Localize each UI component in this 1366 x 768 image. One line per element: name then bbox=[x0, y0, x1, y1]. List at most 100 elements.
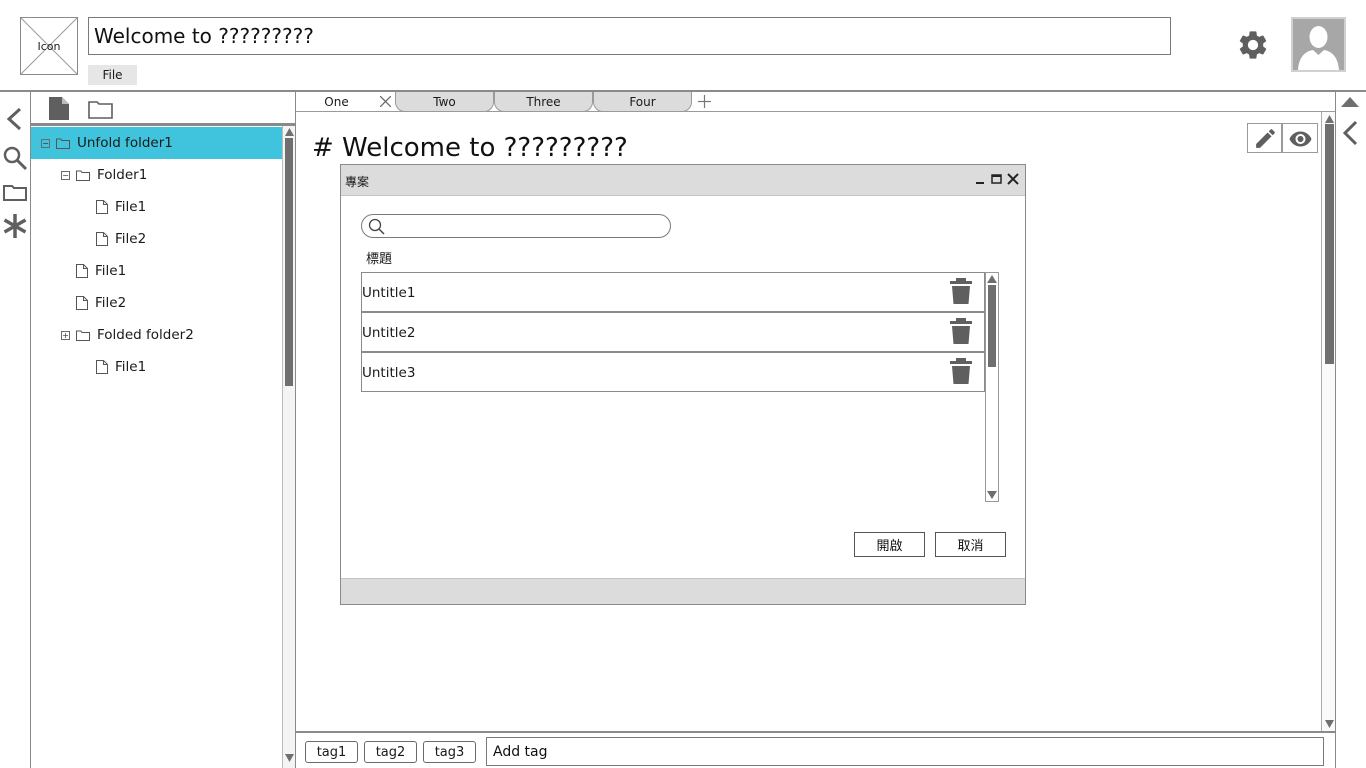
tab-label: Four bbox=[629, 94, 656, 109]
asterisk-icon[interactable] bbox=[2, 213, 28, 239]
list-column-header: 標題 bbox=[366, 252, 393, 267]
folder-icon bbox=[56, 138, 70, 149]
tree-item-label: Folder1 bbox=[97, 167, 148, 183]
collapse-toggle-icon[interactable]: − bbox=[41, 138, 50, 148]
project-name: Untitle2 bbox=[362, 325, 416, 341]
eye-icon bbox=[1289, 131, 1312, 147]
add-tab-plus-icon[interactable] bbox=[698, 95, 711, 108]
trash-icon[interactable] bbox=[950, 278, 972, 305]
collapse-left-chevron-icon[interactable] bbox=[2, 106, 28, 132]
markdown-heading: # Welcome to ????????? bbox=[312, 133, 628, 163]
tree-file-file1[interactable]: File1 bbox=[31, 255, 282, 287]
tree-item-label: Folded folder2 bbox=[97, 327, 194, 343]
dialog-titlebar: 專案 bbox=[341, 165, 1025, 196]
file-icon bbox=[96, 360, 108, 374]
sidebar-scroll-thumb[interactable] bbox=[285, 138, 293, 386]
tree-item-label: File2 bbox=[95, 295, 127, 311]
tag-chip[interactable]: tag3 bbox=[423, 741, 476, 763]
scroll-down-arrow-icon[interactable] bbox=[1325, 720, 1334, 728]
open-button[interactable]: 開啟 bbox=[854, 532, 925, 557]
settings-gear-icon[interactable] bbox=[1236, 28, 1270, 62]
tree-item-label: File2 bbox=[115, 231, 147, 247]
project-list-item[interactable]: Untitle2 bbox=[361, 312, 985, 352]
tree-folder-unfold-folder1[interactable]: − Unfold folder1 bbox=[31, 127, 282, 159]
search-icon[interactable] bbox=[2, 145, 28, 171]
dialog-footer bbox=[341, 578, 1025, 604]
tree-item-label: File1 bbox=[115, 359, 147, 375]
add-tag-input[interactable] bbox=[486, 737, 1324, 766]
tree-folder-folder1[interactable]: − Folder1 bbox=[31, 159, 282, 191]
maximize-icon[interactable] bbox=[991, 174, 1002, 184]
project-dialog: 專案 標題 Untitle1 Untitle2 Untitle3 開啟 取消 bbox=[340, 164, 1026, 605]
tab-one[interactable]: One bbox=[298, 92, 395, 112]
collapse-toggle-icon[interactable]: − bbox=[61, 170, 70, 180]
project-name: Untitle3 bbox=[362, 365, 416, 381]
file-icon bbox=[76, 264, 88, 278]
tabs-divider bbox=[296, 111, 1336, 112]
editor-scroll-thumb[interactable] bbox=[1325, 124, 1334, 364]
scroll-down-arrow-icon[interactable] bbox=[285, 754, 294, 762]
tab-label: Two bbox=[433, 94, 456, 109]
tagbar-divider bbox=[296, 731, 1336, 733]
expand-toggle-icon[interactable]: + bbox=[61, 330, 70, 340]
sidebar-scrollbar[interactable] bbox=[282, 126, 295, 768]
search-icon bbox=[368, 218, 385, 235]
file-icon bbox=[96, 232, 108, 246]
tab-three[interactable]: Three bbox=[494, 92, 593, 112]
tab-label: Three bbox=[526, 94, 561, 109]
collapse-up-arrow-icon[interactable] bbox=[1341, 97, 1359, 107]
tab-two[interactable]: Two bbox=[395, 92, 494, 112]
folder-icon bbox=[76, 170, 90, 181]
tab-label: One bbox=[324, 95, 349, 109]
sidebar-toolbar bbox=[31, 92, 295, 126]
tree-item-label: File1 bbox=[115, 199, 147, 215]
file-explorer-sidebar: − Unfold folder1 − Folder1 File1 File2 F… bbox=[30, 92, 296, 768]
project-list-scrollbar[interactable] bbox=[985, 272, 999, 502]
file-icon bbox=[76, 296, 88, 310]
app-icon-label: Icon bbox=[37, 39, 61, 53]
preview-mode-button[interactable] bbox=[1282, 123, 1318, 153]
project-list-item[interactable]: Untitle3 bbox=[361, 352, 985, 392]
trash-icon[interactable] bbox=[950, 358, 972, 385]
file-icon bbox=[96, 200, 108, 214]
scroll-up-arrow-icon[interactable] bbox=[285, 128, 294, 136]
tab-four[interactable]: Four bbox=[593, 92, 692, 112]
new-folder-icon[interactable] bbox=[88, 100, 113, 123]
user-silhouette-icon bbox=[1298, 26, 1339, 70]
pencil-icon bbox=[1256, 129, 1275, 148]
project-search-field[interactable] bbox=[361, 214, 671, 238]
tag-chip[interactable]: tag1 bbox=[305, 741, 358, 763]
user-avatar[interactable] bbox=[1291, 17, 1346, 72]
file-tree: − Unfold folder1 − Folder1 File1 File2 F… bbox=[31, 127, 282, 767]
tree-file-file1[interactable]: File1 bbox=[31, 351, 282, 383]
tree-item-label: Unfold folder1 bbox=[77, 135, 173, 151]
new-file-icon[interactable] bbox=[48, 96, 70, 125]
edit-mode-button[interactable] bbox=[1247, 123, 1282, 153]
file-menu[interactable]: File bbox=[88, 65, 137, 85]
collapse-right-panel-chevron-icon[interactable] bbox=[1341, 120, 1359, 146]
tag-chip[interactable]: tag2 bbox=[364, 741, 417, 763]
close-tab-icon[interactable] bbox=[380, 96, 391, 107]
tree-folder-folded-folder2[interactable]: + Folded folder2 bbox=[31, 319, 282, 351]
scroll-down-arrow-icon[interactable] bbox=[987, 491, 997, 499]
trash-icon[interactable] bbox=[950, 318, 972, 345]
scroll-up-arrow-icon[interactable] bbox=[987, 275, 997, 283]
project-name: Untitle1 bbox=[362, 285, 416, 301]
folder-icon[interactable] bbox=[2, 180, 28, 206]
project-list-item[interactable]: Untitle1 bbox=[361, 272, 985, 312]
project-search-input[interactable] bbox=[388, 217, 663, 235]
document-title-input[interactable] bbox=[88, 17, 1171, 55]
minimize-icon[interactable] bbox=[975, 175, 985, 185]
app-logo: Icon bbox=[20, 17, 78, 75]
editor-scrollbar[interactable] bbox=[1321, 112, 1336, 732]
tree-file-file1[interactable]: File1 bbox=[31, 191, 282, 223]
tree-file-file2[interactable]: File2 bbox=[31, 223, 282, 255]
scroll-up-arrow-icon[interactable] bbox=[1325, 115, 1334, 123]
tab-bar: One Two Three Four bbox=[296, 92, 1336, 112]
right-panel-divider bbox=[1335, 92, 1336, 768]
close-icon[interactable] bbox=[1007, 173, 1019, 185]
tree-file-file2[interactable]: File2 bbox=[31, 287, 282, 319]
project-list-scroll-thumb[interactable] bbox=[988, 285, 996, 367]
cancel-button[interactable]: 取消 bbox=[935, 532, 1006, 557]
dialog-title: 專案 bbox=[345, 175, 370, 189]
